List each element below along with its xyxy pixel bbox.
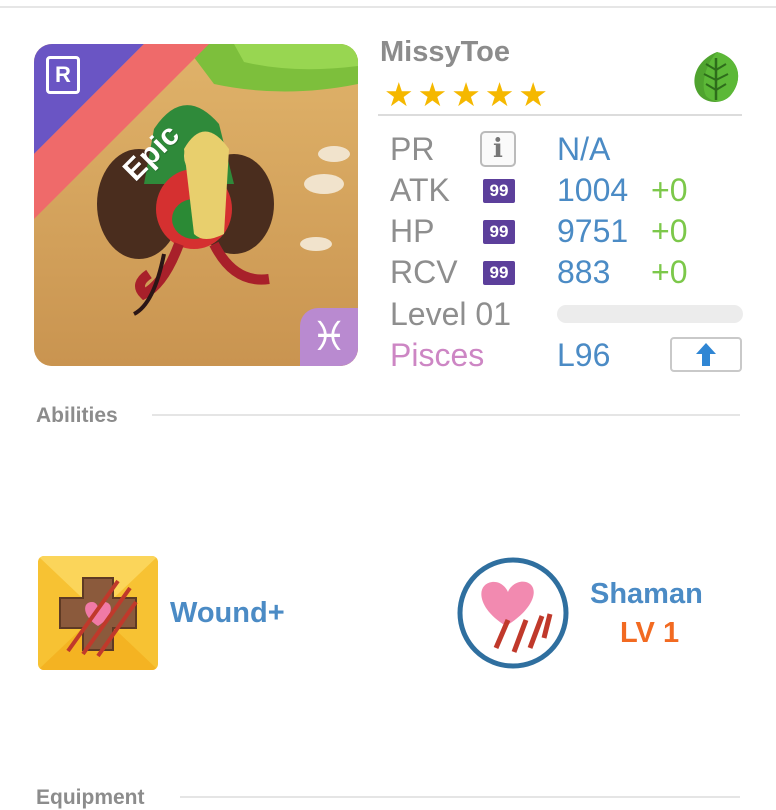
pisces-icon: ♓	[300, 308, 358, 366]
monster-name: MissyToe	[380, 36, 511, 68]
wound-cross-icon[interactable]	[38, 556, 158, 670]
shaman-heart-icon[interactable]	[456, 556, 570, 670]
star-icon: ★	[451, 76, 481, 113]
pr-value: N/A	[557, 131, 611, 167]
equipment-divider	[180, 796, 740, 798]
hp-bonus: +0	[651, 213, 688, 249]
abilities-divider	[152, 414, 740, 416]
rcv-value: 883	[557, 254, 611, 290]
leaf-icon	[694, 52, 739, 102]
rcv-max-badge: 99	[483, 261, 515, 285]
rarity-badge: R	[46, 56, 80, 94]
level-label: Level 01	[390, 296, 511, 332]
top-divider	[0, 6, 776, 8]
atk-label: ATK	[390, 172, 450, 208]
arrow-up-icon	[696, 343, 716, 366]
name-divider	[378, 114, 742, 116]
star-icon: ★	[484, 76, 515, 113]
rcv-label: RCV	[390, 254, 458, 290]
pr-label: PR	[390, 131, 435, 167]
level-progress-bar	[557, 305, 743, 323]
zodiac-level-value: L96	[557, 337, 611, 373]
upgrade-button[interactable]	[670, 337, 742, 372]
ability-name-wound: Wound+	[170, 597, 285, 629]
star-icon: ★	[518, 76, 548, 113]
star-rating: ★ ★ ★ ★ ★	[384, 78, 548, 112]
hp-label: HP	[390, 213, 435, 249]
atk-value: 1004	[557, 172, 629, 208]
zodiac-label: Pisces	[390, 337, 485, 373]
atk-bonus: +0	[651, 172, 688, 208]
monster-portrait[interactable]: R Epic ♓	[34, 44, 358, 366]
hp-value: 9751	[557, 213, 629, 249]
ability-level-shaman: LV 1	[620, 617, 680, 649]
info-icon[interactable]: i	[480, 131, 516, 167]
rcv-bonus: +0	[651, 254, 688, 290]
equipment-heading: Equipment	[36, 786, 145, 809]
star-icon: ★	[417, 76, 448, 113]
star-icon: ★	[384, 76, 414, 113]
abilities-heading: Abilities	[36, 404, 118, 427]
atk-max-badge: 99	[483, 179, 515, 203]
ability-name-shaman: Shaman	[590, 578, 703, 610]
hp-max-badge: 99	[483, 220, 515, 244]
